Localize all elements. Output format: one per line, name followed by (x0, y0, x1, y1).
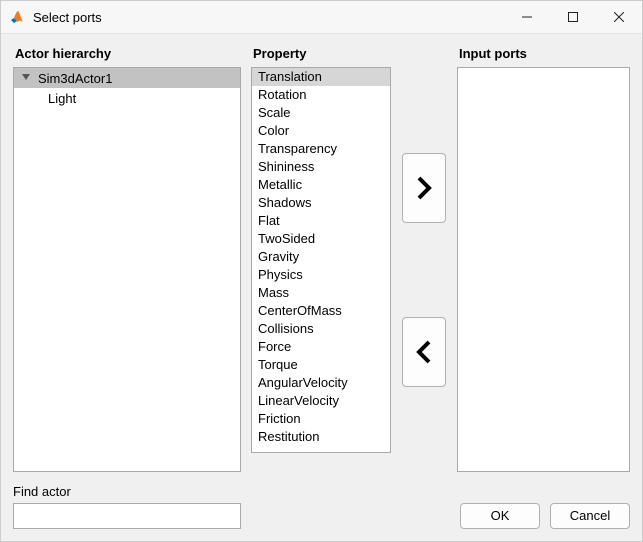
property-item[interactable]: Transparency (252, 140, 390, 158)
property-item[interactable]: Physics (252, 266, 390, 284)
bottom-bar: Find actor OK Cancel (13, 484, 630, 529)
property-item[interactable]: Force (252, 338, 390, 356)
tree-expand-icon[interactable] (20, 72, 32, 84)
input-ports-heading: Input ports (457, 46, 630, 61)
minimize-button[interactable] (504, 1, 550, 33)
property-item[interactable]: LinearVelocity (252, 392, 390, 410)
actor-hierarchy-column: Actor hierarchy Sim3dActor1 Light (13, 46, 241, 472)
select-ports-dialog: Select ports Actor hierarchy Sim3 (0, 0, 643, 542)
input-ports-column: Input ports (457, 46, 630, 472)
columns: Actor hierarchy Sim3dActor1 Light Proper… (13, 46, 630, 472)
property-item[interactable]: Scale (252, 104, 390, 122)
property-item[interactable]: Friction (252, 410, 390, 428)
tree-root-row[interactable]: Sim3dActor1 (14, 68, 240, 88)
property-item[interactable]: Flat (252, 212, 390, 230)
chevron-left-icon (415, 338, 433, 366)
remove-button[interactable] (402, 317, 446, 387)
tree-child-row[interactable]: Light (14, 88, 240, 108)
property-item[interactable]: Metallic (252, 176, 390, 194)
property-item[interactable]: Gravity (252, 248, 390, 266)
window-title: Select ports (33, 10, 102, 25)
maximize-button[interactable] (550, 1, 596, 33)
chevron-right-icon (415, 174, 433, 202)
find-actor-input[interactable] (13, 503, 241, 529)
property-item[interactable]: Color (252, 122, 390, 140)
find-actor-area: Find actor (13, 484, 241, 529)
property-column: Property TranslationRotationScaleColorTr… (251, 46, 391, 472)
property-item[interactable]: TwoSided (252, 230, 390, 248)
property-item[interactable]: Translation (252, 68, 390, 86)
titlebar: Select ports (1, 1, 642, 34)
property-item[interactable]: Rotation (252, 86, 390, 104)
property-item[interactable]: AngularVelocity (252, 374, 390, 392)
close-button[interactable] (596, 1, 642, 33)
find-actor-label: Find actor (13, 484, 241, 499)
tree-child-label: Light (48, 91, 76, 106)
property-item[interactable]: CenterOfMass (252, 302, 390, 320)
actor-hierarchy-tree[interactable]: Sim3dActor1 Light (13, 67, 241, 472)
property-item[interactable]: Torque (252, 356, 390, 374)
cancel-button[interactable]: Cancel (550, 503, 630, 529)
property-item[interactable]: Restitution (252, 428, 390, 446)
matlab-icon (9, 9, 25, 25)
property-item[interactable]: Mass (252, 284, 390, 302)
input-ports-list[interactable] (457, 67, 630, 472)
dialog-body: Actor hierarchy Sim3dActor1 Light Proper… (1, 34, 642, 541)
property-item[interactable]: Shadows (252, 194, 390, 212)
actor-hierarchy-heading: Actor hierarchy (13, 46, 241, 61)
property-item[interactable]: Collisions (252, 320, 390, 338)
add-button[interactable] (402, 153, 446, 223)
property-list[interactable]: TranslationRotationScaleColorTransparenc… (251, 67, 391, 453)
transfer-buttons-column: . (401, 46, 447, 472)
tree-root-label: Sim3dActor1 (38, 71, 112, 86)
property-heading: Property (251, 46, 391, 61)
property-item[interactable]: Shininess (252, 158, 390, 176)
ok-button[interactable]: OK (460, 503, 540, 529)
